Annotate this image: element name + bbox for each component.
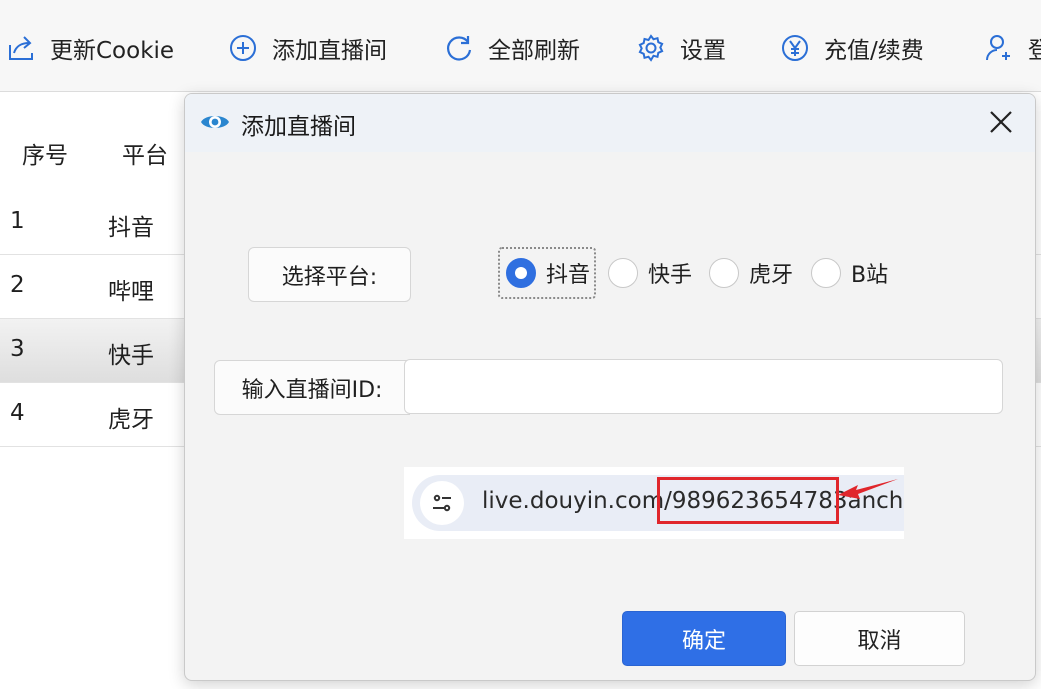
radio-dot-checked (506, 258, 536, 288)
yen-circle-icon (782, 35, 808, 61)
row-platform: 抖音 (108, 215, 154, 241)
row-platform: 哔哩 (108, 279, 154, 305)
platform-label: 选择平台: (248, 247, 411, 302)
refresh-icon (447, 36, 472, 61)
cancel-button[interactable]: 取消 (794, 611, 965, 666)
gear-icon (638, 34, 664, 62)
row-index: 1 (10, 208, 25, 234)
radio-douyin[interactable]: 抖音 (498, 247, 597, 299)
row-index: 4 (10, 400, 25, 426)
radio-kuaishou-label: 快手 (648, 263, 693, 288)
column-header-index: 序号 (22, 143, 68, 169)
ok-button[interactable]: 确定 (622, 611, 786, 666)
add-room-dialog: 添加直播间 选择平台: 抖音 快手 虎牙 B站 输入直播间ID: live.do… (184, 93, 1036, 681)
login-label: 登 (1028, 38, 1041, 64)
url-room-id: 989623654783 (671, 488, 848, 514)
radio-kuaishou[interactable]: 快手 (608, 247, 692, 299)
login-button[interactable]: 登 (984, 28, 1041, 68)
radio-dot (811, 258, 841, 288)
red-arrow-icon (838, 479, 898, 499)
share-arrow-icon (9, 36, 33, 60)
recharge-label: 充值/续费 (824, 38, 924, 64)
update-cookie-label: 更新Cookie (50, 38, 175, 64)
add-room-label: 添加直播间 (272, 38, 387, 64)
url-prefix: live.douyin.com/ (482, 488, 672, 514)
radio-douyin-label: 抖音 (546, 263, 591, 288)
row-index: 3 (10, 336, 25, 362)
room-id-label: 输入直播间ID: (214, 360, 410, 415)
dialog-title-bar[interactable]: 添加直播间 (185, 94, 1035, 152)
column-header-platform: 平台 (122, 143, 168, 169)
close-icon[interactable] (987, 108, 1015, 136)
settings-label: 设置 (680, 38, 726, 64)
toolbar: 更新Cookie 添加直播间 全部刷新 设置 充值/续费 登 (0, 0, 1041, 92)
site-settings-icon (420, 481, 464, 525)
refresh-all-label: 全部刷新 (488, 38, 580, 64)
radio-dot (608, 258, 638, 288)
url-hint-image: live.douyin.com/989623654783ancho (404, 467, 904, 539)
update-cookie-button[interactable]: 更新Cookie (6, 28, 174, 68)
row-index: 2 (10, 272, 25, 298)
radio-bilibili-label: B站 (851, 263, 889, 288)
add-room-button[interactable]: 添加直播间 (228, 28, 387, 68)
refresh-all-button[interactable]: 全部刷新 (444, 28, 580, 68)
recharge-button[interactable]: 充值/续费 (780, 28, 924, 68)
dialog-title: 添加直播间 (241, 114, 356, 140)
plus-circle-icon (230, 35, 256, 61)
room-id-input[interactable] (404, 359, 1003, 414)
radio-huya-label: 虎牙 (749, 263, 794, 288)
settings-button[interactable]: 设置 (636, 28, 726, 68)
radio-dot (709, 258, 739, 288)
browser-address-bar: live.douyin.com/989623654783ancho (412, 475, 904, 531)
radio-bilibili[interactable]: B站 (811, 247, 888, 299)
eye-icon (201, 116, 229, 128)
row-platform: 虎牙 (108, 407, 154, 433)
radio-huya[interactable]: 虎牙 (709, 247, 793, 299)
row-platform: 快手 (108, 343, 154, 369)
add-user-icon (986, 35, 1010, 61)
